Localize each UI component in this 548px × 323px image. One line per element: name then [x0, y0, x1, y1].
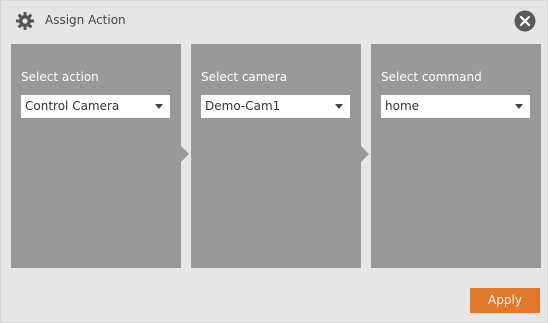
select-camera-dropdown[interactable]: Demo-Cam1 [201, 95, 350, 118]
select-camera-label: Select camera [201, 70, 288, 84]
dialog-title: Assign Action [45, 13, 126, 27]
select-camera-value: Demo-Cam1 [205, 99, 281, 113]
close-icon[interactable] [514, 10, 536, 32]
select-command-value: home [385, 99, 420, 113]
select-command-panel: Select command home [371, 44, 541, 268]
chevron-down-icon [335, 104, 343, 109]
select-command-label: Select command [381, 70, 482, 84]
chevron-down-icon [515, 104, 523, 109]
select-action-label: Select action [21, 70, 99, 84]
select-action-dropdown[interactable]: Control Camera [21, 95, 170, 118]
chevron-down-icon [155, 104, 163, 109]
select-command-dropdown[interactable]: home [381, 95, 530, 118]
dialog-titlebar: Assign Action [1, 1, 547, 39]
step-arrow-icon [361, 146, 369, 162]
step-arrow-icon [181, 146, 189, 162]
select-action-value: Control Camera [25, 99, 120, 113]
select-camera-panel: Select camera Demo-Cam1 [191, 44, 361, 268]
gear-icon [15, 11, 35, 31]
assign-action-dialog: Assign Action Select action Control Came… [0, 0, 548, 323]
apply-button[interactable]: Apply [470, 288, 540, 313]
select-action-panel: Select action Control Camera [11, 44, 181, 268]
